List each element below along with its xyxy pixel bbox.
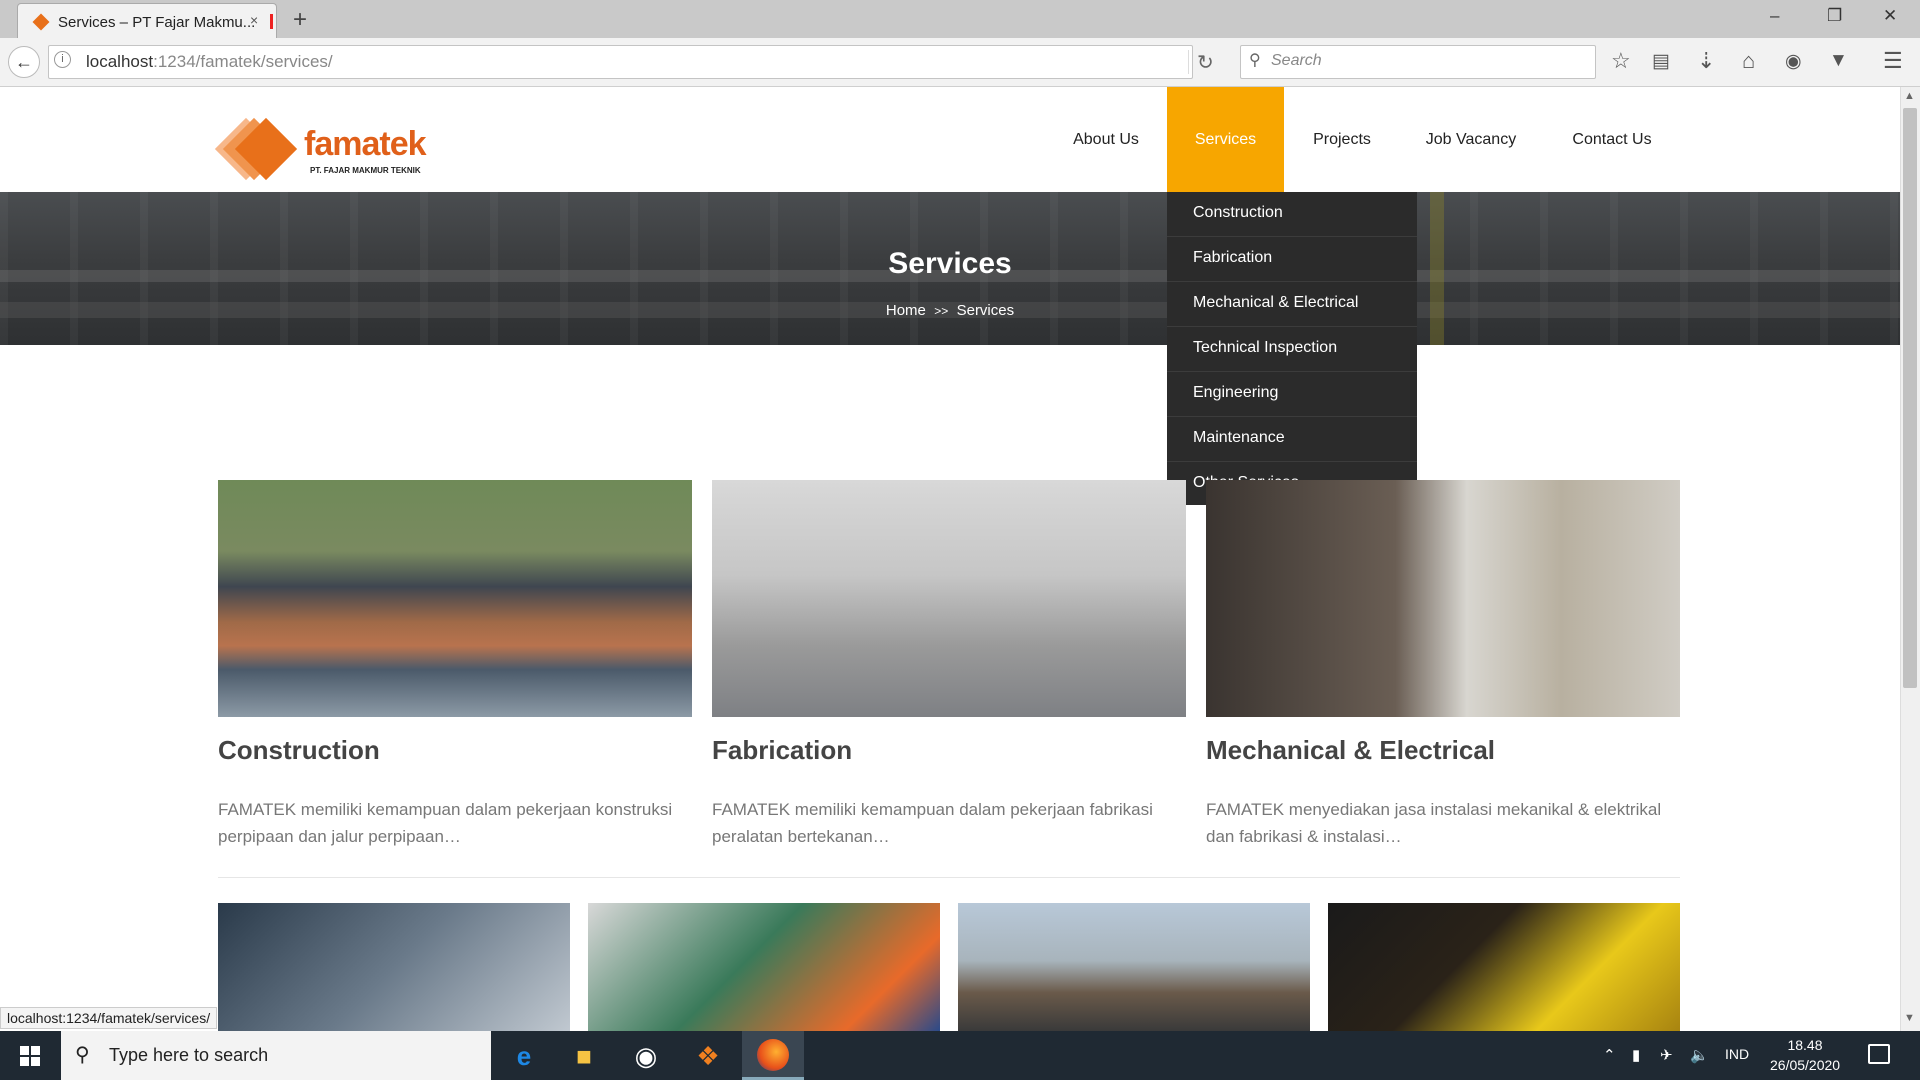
logo-subtitle: PT. FAJAR MAKMUR TEKNIK [310, 166, 421, 175]
language-indicator[interactable]: IND [1725, 1046, 1749, 1062]
taskbar-search-box[interactable]: ⚲ Type here to search [61, 1031, 491, 1080]
card-description: FAMATEK memiliki kemampuan dalam pekerja… [218, 800, 673, 846]
breadcrumb-separator: >> [934, 304, 949, 318]
start-logo-pane [20, 1057, 29, 1066]
battery-icon[interactable]: ▮ [1632, 1046, 1640, 1064]
airplane-mode-icon[interactable]: ✈ [1660, 1046, 1673, 1064]
site-info-icon[interactable]: i [54, 51, 71, 68]
scroll-up-icon[interactable]: ▲ [1904, 90, 1915, 102]
dropdown-item-mechanical-electrical[interactable]: Mechanical & Electrical [1167, 282, 1417, 327]
taskbar-clock[interactable]: 18.48 26/05/2020 [1770, 1035, 1840, 1075]
site-favicon-icon [32, 13, 50, 31]
back-button[interactable]: ← [8, 46, 40, 78]
firefox-taskbar-button[interactable] [742, 1031, 804, 1080]
dropdown-item-maintenance[interactable]: Maintenance [1167, 417, 1417, 462]
dropdown-item-fabrication[interactable]: Fabrication [1167, 237, 1417, 282]
breadcrumb: Home >> Services [0, 302, 1900, 319]
nav-about-us[interactable]: About Us [1060, 87, 1152, 192]
volume-icon[interactable]: 🔈 [1690, 1046, 1709, 1064]
edge-icon[interactable]: e [508, 1040, 540, 1072]
xampp-icon[interactable]: ❖ [692, 1040, 724, 1072]
minimize-button[interactable]: – [1770, 6, 1779, 26]
downloads-icon[interactable]: ⇣ [1697, 48, 1715, 74]
menu-hamburger-icon[interactable]: ☰ [1883, 48, 1903, 74]
breadcrumb-home[interactable]: Home [886, 302, 926, 319]
famatek-logo[interactable]: famatek PT. FAJAR MAKMUR TEKNIK [214, 117, 442, 181]
file-explorer-icon[interactable]: ■ [568, 1040, 600, 1072]
dropdown-item-construction[interactable]: Construction [1167, 192, 1417, 237]
hard-hat-photo[interactable] [1328, 903, 1680, 1031]
taskbar-search-text[interactable]: Type here to search [109, 1045, 268, 1066]
home-icon[interactable]: ⌂ [1742, 48, 1755, 74]
card-title[interactable]: Construction [218, 735, 380, 766]
tab-title: Services – PT Fajar Makmu... [58, 14, 256, 31]
card-description: FAMATEK menyediakan jasa instalasi mekan… [1206, 800, 1662, 846]
url-host: localhost [86, 52, 154, 71]
start-logo-pane [31, 1046, 40, 1055]
restore-button[interactable]: ❐ [1827, 6, 1842, 26]
url-path: :1234/famatek/services/ [153, 52, 333, 71]
fabrication-photo[interactable] [712, 480, 1186, 717]
taskbar-search-icon: ⚲ [75, 1044, 90, 1066]
browser-tab[interactable]: Services – PT Fajar Makmu... × [17, 3, 277, 38]
welding-photo[interactable] [218, 903, 570, 1031]
action-center-icon[interactable] [1868, 1044, 1890, 1064]
reload-icon[interactable]: ↻ [1197, 50, 1214, 75]
url-text[interactable]: localhost:1234/famatek/services/ [86, 52, 333, 72]
nav-services[interactable]: Services [1167, 87, 1284, 192]
web-page: famatek PT. FAJAR MAKMUR TEKNIK About Us… [0, 87, 1900, 1031]
status-bar-url: localhost:1234/famatek/services/ [0, 1007, 218, 1029]
logo-wordmark: famatek [304, 125, 427, 163]
breadcrumb-current: Services [956, 302, 1015, 319]
services-dropdown-menu: Construction Fabrication Mechanical & El… [1167, 192, 1417, 505]
engineers-photo[interactable] [588, 903, 940, 1031]
nav-contact-us[interactable]: Contact Us [1568, 87, 1656, 192]
clock-date: 26/05/2020 [1770, 1057, 1841, 1073]
pipeline-site-photo[interactable] [958, 903, 1310, 1031]
scroll-down-icon[interactable]: ▼ [1904, 1012, 1915, 1024]
mechanical-electrical-photo[interactable] [1206, 480, 1680, 717]
card-title[interactable]: Fabrication [712, 735, 852, 766]
browser-tab-bar [0, 0, 1920, 38]
tab-audio-indicator [270, 14, 273, 29]
tab-close-icon[interactable]: × [250, 12, 258, 28]
nav-job-vacancy[interactable]: Job Vacancy [1418, 87, 1524, 192]
new-tab-button[interactable]: + [293, 6, 307, 34]
section-divider [218, 877, 1680, 878]
close-window-button[interactable]: ✕ [1883, 6, 1897, 26]
dropdown-item-engineering[interactable]: Engineering [1167, 372, 1417, 417]
media-app-icon[interactable]: ◉ [630, 1040, 662, 1072]
card-description: FAMATEK memiliki kemampuan dalam pekerja… [712, 800, 1153, 846]
search-icon: ⚲ [1249, 52, 1261, 69]
clock-time: 18.48 [1787, 1037, 1823, 1053]
search-placeholder[interactable]: Search [1271, 52, 1322, 70]
dropdown-item-technical-inspection[interactable]: Technical Inspection [1167, 327, 1417, 372]
page-title: Services [888, 247, 1012, 280]
card-title[interactable]: Mechanical & Electrical [1206, 735, 1495, 766]
bookmarks-library-icon[interactable]: ▤ [1652, 50, 1670, 73]
nav-projects[interactable]: Projects [1305, 87, 1379, 192]
start-logo-pane [31, 1057, 40, 1066]
windows-start-icon[interactable] [20, 1046, 40, 1066]
bookmark-star-icon[interactable]: ☆ [1611, 48, 1631, 74]
chat-icon[interactable]: ◉ [1785, 50, 1802, 73]
start-logo-pane [20, 1046, 29, 1055]
construction-photo[interactable] [218, 480, 692, 717]
scrollbar-thumb[interactable] [1903, 108, 1917, 688]
firefox-icon [757, 1039, 789, 1071]
show-hidden-icons[interactable]: ⌃ [1603, 1046, 1616, 1064]
url-separator [1188, 50, 1189, 74]
pocket-icon[interactable]: ▼ [1829, 50, 1848, 72]
